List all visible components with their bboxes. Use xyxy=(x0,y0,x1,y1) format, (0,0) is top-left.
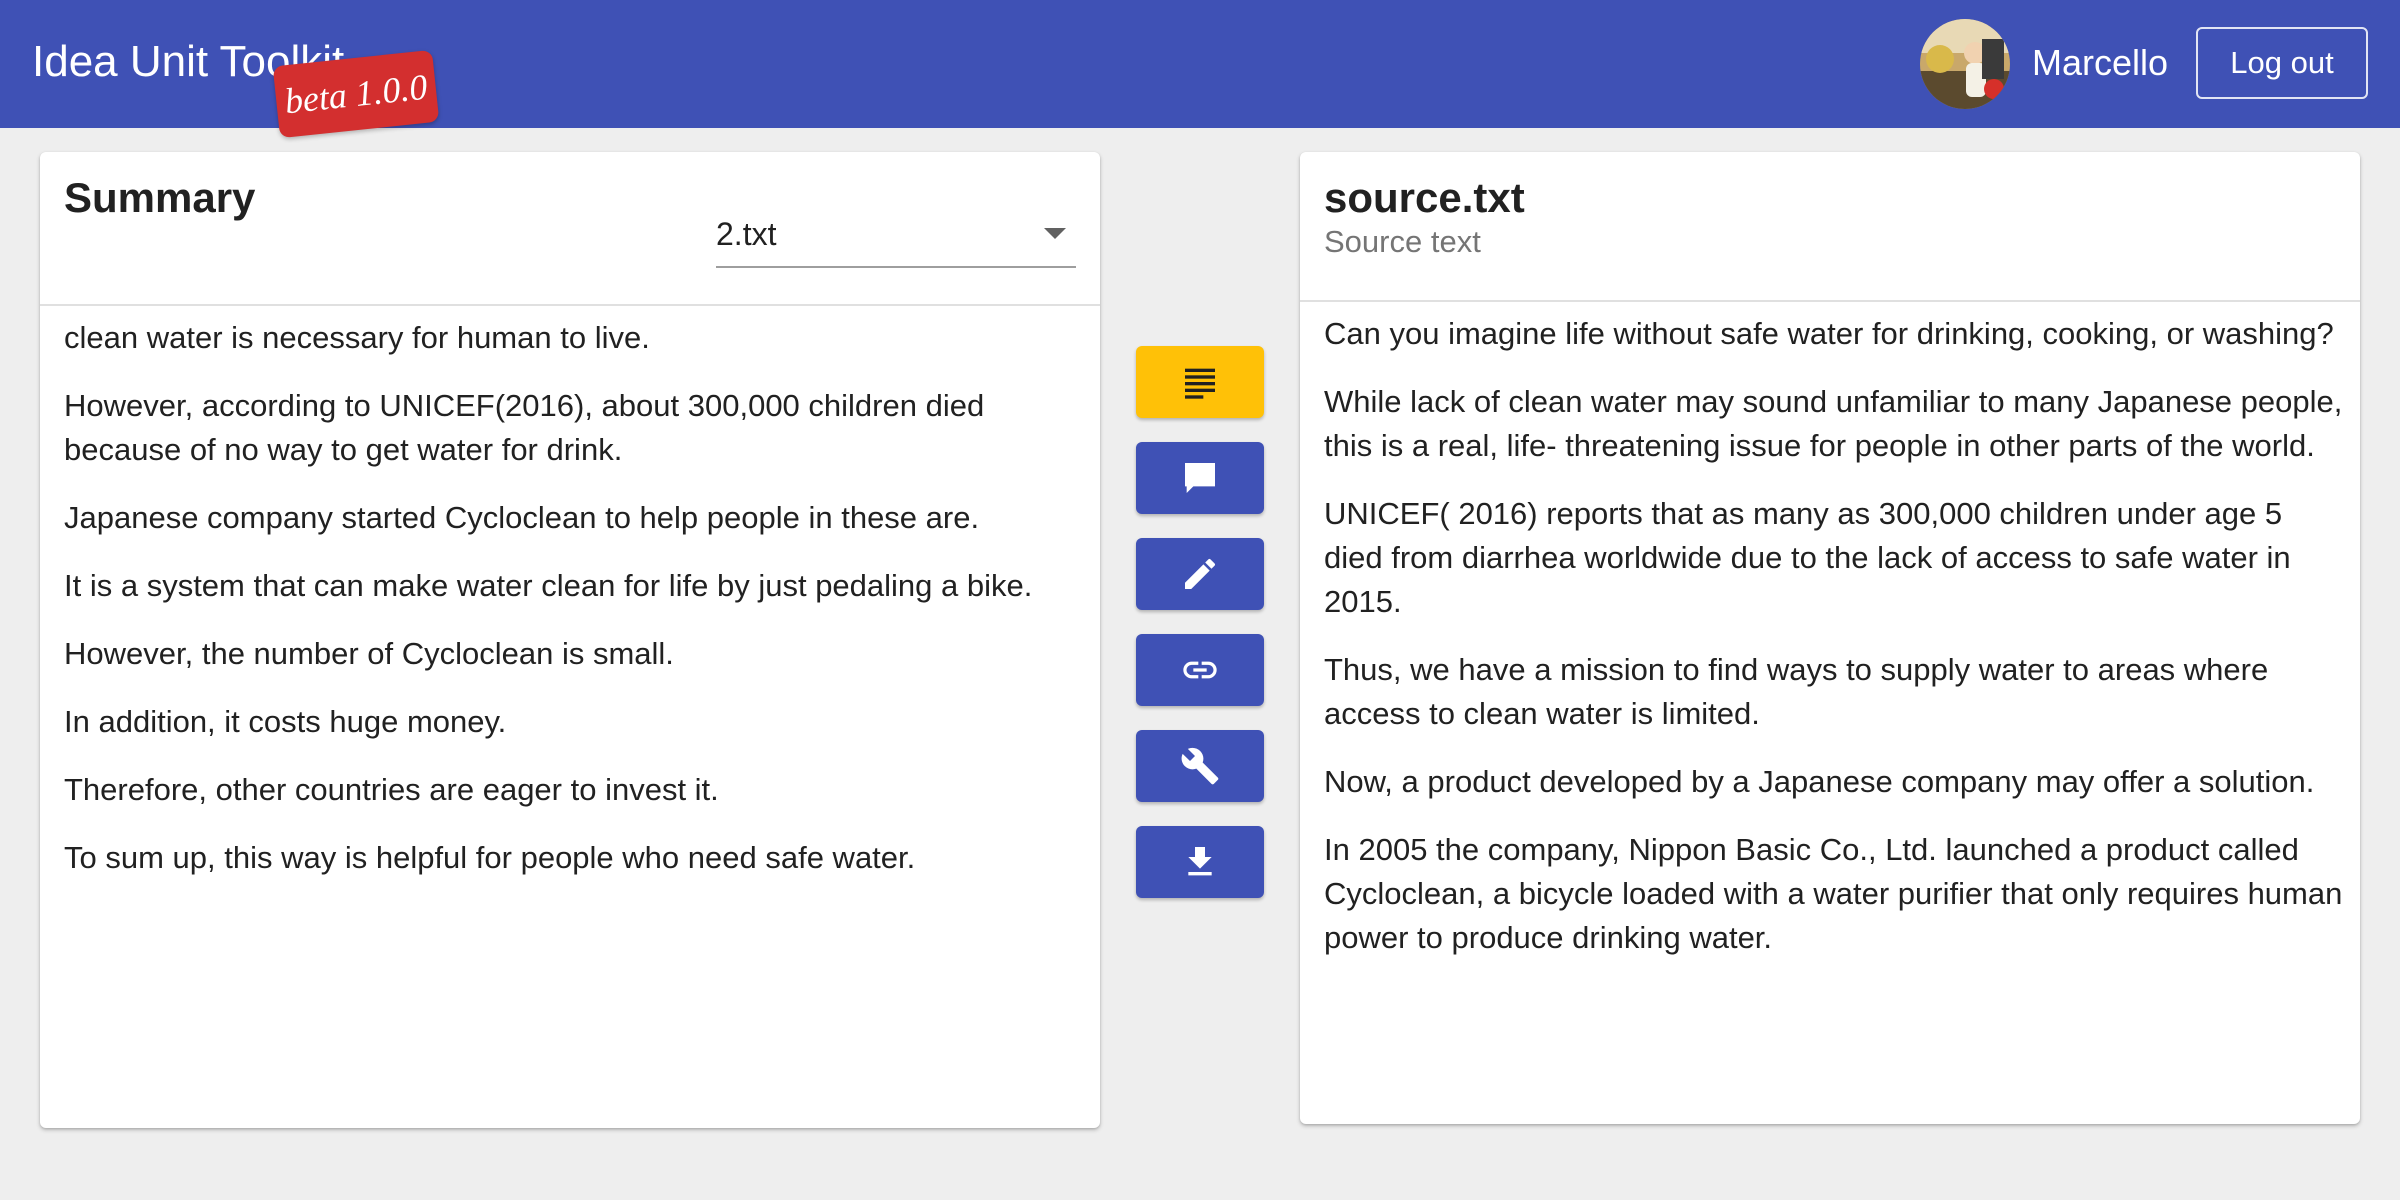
avatar[interactable] xyxy=(1920,19,2010,109)
app-bar: Idea Unit Toolkit beta 1.0.0 Marcello Lo… xyxy=(0,0,2400,139)
username: Marcello xyxy=(2032,42,2169,83)
summary-paragraph[interactable]: Therefore, other countries are eager to … xyxy=(64,768,1084,812)
source-paragraph[interactable]: While lack of clean water may sound unfa… xyxy=(1324,380,2344,468)
file-select[interactable]: 2.txt xyxy=(716,204,1076,268)
source-paragraph[interactable]: UNICEF( 2016) reports that as many as 30… xyxy=(1324,492,2344,624)
link-button[interactable] xyxy=(1136,634,1264,706)
divider xyxy=(1300,300,2360,302)
download-icon xyxy=(1188,847,1212,876)
summary-text: clean water is necessary for human to li… xyxy=(64,316,1084,904)
source-paragraph[interactable]: In 2005 the company, Nippon Basic Co., L… xyxy=(1324,828,2344,960)
wrench-icon xyxy=(1181,747,1219,785)
text-view-button[interactable] xyxy=(1136,346,1264,418)
source-paragraph[interactable]: Now, a product developed by a Japanese c… xyxy=(1324,760,2344,804)
summary-paragraph[interactable]: In addition, it costs huge money. xyxy=(64,700,1084,744)
avatar-photo xyxy=(1920,19,2010,109)
file-select-value: 2.txt xyxy=(716,216,777,252)
summary-title: Summary xyxy=(64,174,256,221)
divider xyxy=(40,304,1100,306)
download-button[interactable] xyxy=(1136,826,1264,898)
text-lines-icon xyxy=(1185,368,1215,399)
source-title: source.txt xyxy=(1324,174,1525,221)
tools-button[interactable] xyxy=(1136,730,1264,802)
source-paragraph[interactable]: Can you imagine life without safe water … xyxy=(1324,312,2344,356)
summary-paragraph[interactable]: To sum up, this way is helpful for peopl… xyxy=(64,836,1084,880)
summary-panel: Summary 2.txt clean water is necessary f… xyxy=(40,152,1100,1128)
link-icon xyxy=(1183,661,1217,679)
logout-button[interactable]: Log out xyxy=(2196,27,2368,99)
pencil-icon xyxy=(1185,558,1215,589)
version-badge: beta 1.0.0 xyxy=(272,49,440,139)
summary-paragraph[interactable]: clean water is necessary for human to li… xyxy=(64,316,1084,360)
summary-paragraph[interactable]: However, according to UNICEF(2016), abou… xyxy=(64,384,1084,472)
summary-paragraph[interactable]: Japanese company started Cycloclean to h… xyxy=(64,496,1084,540)
comment-button[interactable] xyxy=(1136,442,1264,514)
summary-paragraph[interactable]: However, the number of Cycloclean is sma… xyxy=(64,632,1084,676)
summary-paragraph[interactable]: It is a system that can make water clean… xyxy=(64,564,1084,608)
comment-icon xyxy=(1185,463,1215,493)
source-panel: source.txt Source text Can you imagine l… xyxy=(1300,152,2360,1124)
source-paragraph[interactable]: Thus, we have a mission to find ways to … xyxy=(1324,648,2344,736)
source-subtitle: Source text xyxy=(1324,224,1481,259)
chevron-down-icon xyxy=(1044,228,1066,239)
source-text: Can you imagine life without safe water … xyxy=(1324,312,2344,984)
edit-button[interactable] xyxy=(1136,538,1264,610)
